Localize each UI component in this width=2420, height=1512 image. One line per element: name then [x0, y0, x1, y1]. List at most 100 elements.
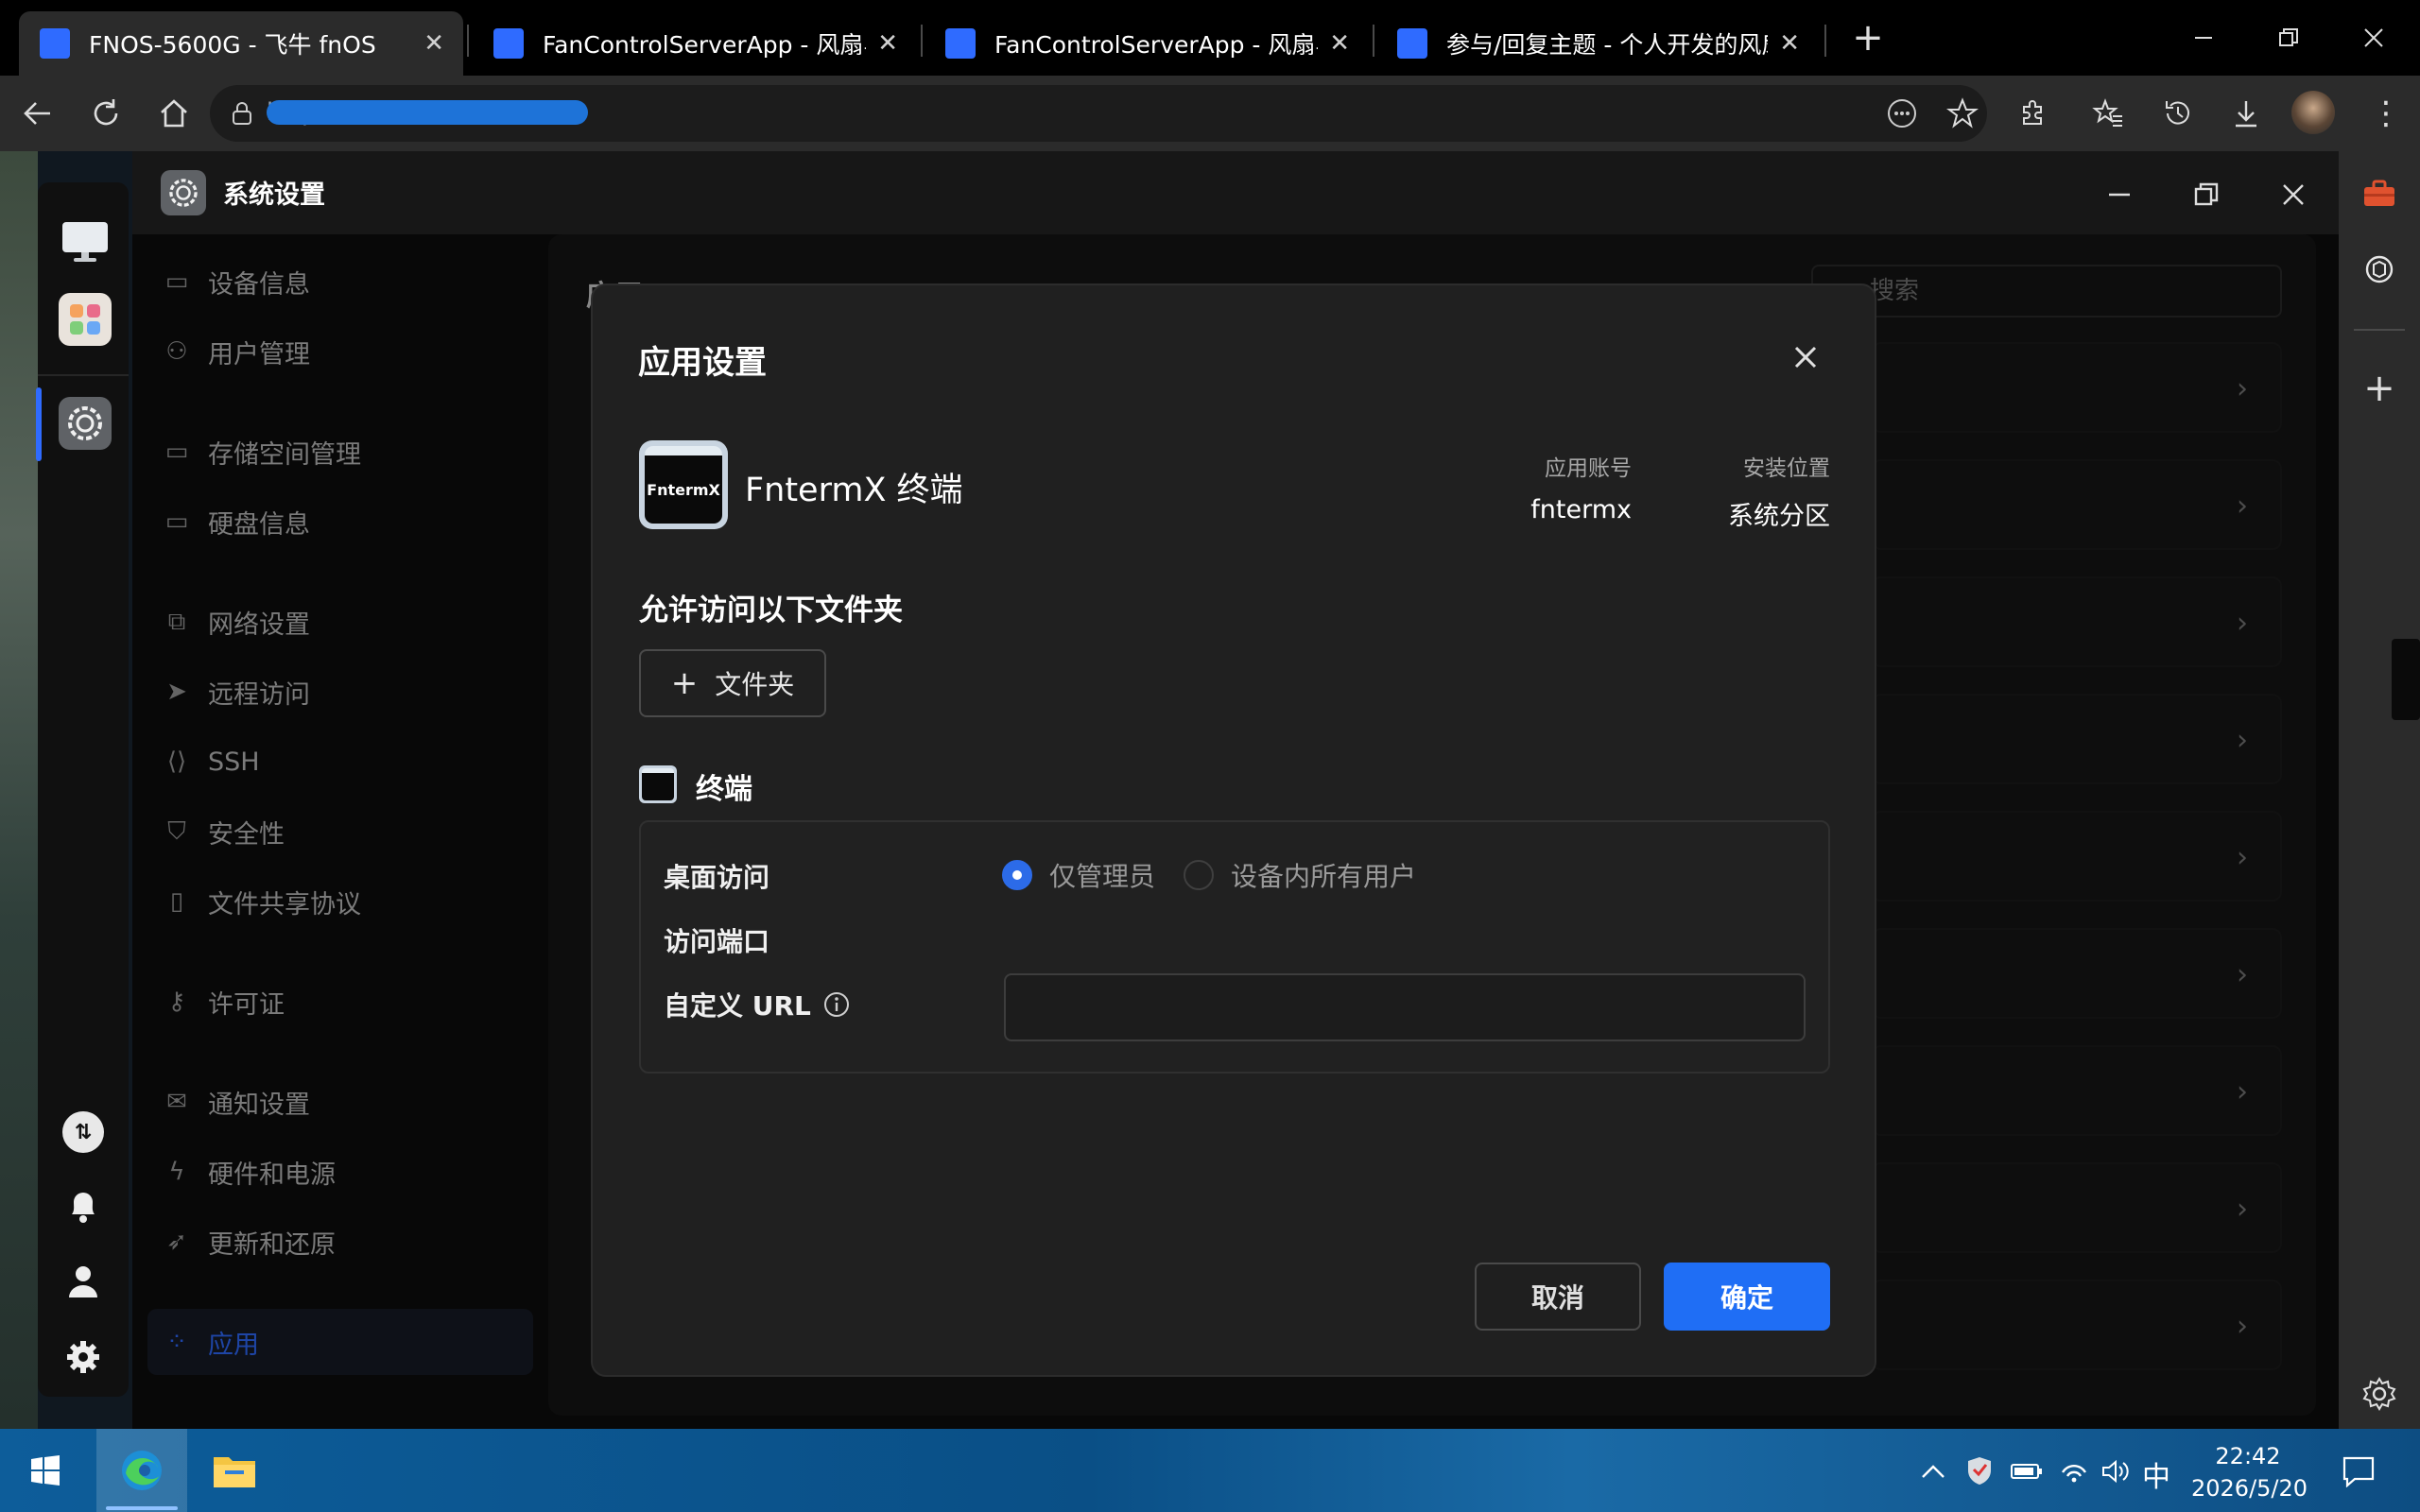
window-title: 系统设置	[223, 180, 325, 210]
restore-window-icon[interactable]	[2246, 17, 2331, 59]
terminal-icon	[639, 765, 677, 803]
close-tab-icon[interactable]: ✕	[1779, 29, 1800, 58]
rail-active-indicator	[36, 387, 42, 461]
radio-unselected-icon[interactable]	[1184, 860, 1214, 890]
install-location-value: 系统分区	[1728, 502, 1830, 531]
favorite-star-icon[interactable]	[1940, 91, 1985, 136]
more-options-icon[interactable]	[1879, 91, 1925, 136]
browser-tab[interactable]: FanControlServerApp - 风扇与温度 ✕	[925, 11, 1369, 76]
desktop-access-label: 桌面访问	[664, 862, 770, 893]
toolbox-icon[interactable]	[2358, 172, 2401, 215]
add-sidebar-item-icon[interactable]: +	[2358, 367, 2401, 410]
browser-tab[interactable]: FanControlServerApp - 风扇与温度 ✕	[473, 11, 917, 76]
battery-icon[interactable]	[2008, 1455, 2046, 1487]
scroll-handle[interactable]	[2392, 639, 2420, 720]
dialog-close-icon[interactable]	[1787, 338, 1824, 376]
minimize-window-icon[interactable]	[2161, 17, 2246, 59]
history-icon[interactable]	[2155, 91, 2201, 136]
browser-tab-active[interactable]: FNOS-5600G - 飞牛 fnOS ✕	[19, 11, 463, 76]
app-icon-label: FntermX	[647, 480, 720, 499]
radio-selected-icon[interactable]	[1002, 860, 1032, 890]
cancel-button[interactable]: 取消	[1475, 1263, 1641, 1331]
app-minimize-icon[interactable]	[2099, 174, 2140, 215]
url-redaction	[267, 100, 588, 125]
custom-url-label-row: 自定义 URL	[664, 986, 851, 1023]
fnos-favicon-icon	[1397, 28, 1427, 59]
edge-sidebar	[2339, 151, 2420, 1429]
app-maximize-icon[interactable]	[2186, 174, 2227, 215]
system-settings-app-icon[interactable]	[59, 397, 112, 450]
window-header	[132, 151, 2339, 234]
profile-avatar[interactable]	[2291, 91, 2335, 134]
bell-icon[interactable]	[62, 1185, 104, 1227]
gear-icon[interactable]	[62, 1336, 104, 1378]
browser-tab[interactable]: 参与/回复主题 - 个人开发的风扇调 ✕	[1376, 11, 1819, 76]
fnos-favicon-icon	[40, 28, 70, 59]
sidebar-settings-icon[interactable]	[2358, 1372, 2401, 1416]
fnos-favicon-icon	[945, 28, 976, 59]
wifi-icon[interactable]	[2057, 1455, 2091, 1487]
app-account-block: 应用账号 fntermx	[1475, 450, 1632, 524]
input-method-indicator[interactable]: 中	[2142, 1453, 2170, 1495]
clock-time: 22:42	[2215, 1443, 2281, 1469]
security-shield-icon[interactable]	[1962, 1453, 1996, 1487]
lock-icon[interactable]	[227, 98, 257, 129]
custom-url-input[interactable]	[1004, 973, 1806, 1041]
app-center-icon[interactable]	[59, 293, 112, 346]
favorites-icon[interactable]	[2085, 91, 2131, 136]
tab-separator	[1824, 25, 1826, 57]
fnos-favicon-icon	[493, 28, 524, 59]
extensions-icon[interactable]	[2010, 91, 2055, 136]
radio-admin-only-label: 仅管理员	[1049, 861, 1156, 892]
desktop-monitor-icon[interactable]	[59, 215, 112, 268]
home-icon[interactable]	[151, 91, 197, 136]
add-folder-button[interactable]: + 文件夹	[639, 649, 826, 717]
refresh-icon[interactable]	[83, 91, 129, 136]
taskbar-clock[interactable]: 22:42 2026/5/20	[2191, 1440, 2308, 1504]
info-icon[interactable]	[822, 990, 851, 1019]
app-name: FntermX 终端	[745, 472, 963, 509]
close-tab-icon[interactable]: ✕	[877, 29, 898, 58]
folders-section-title: 允许访问以下文件夹	[639, 593, 903, 627]
active-app-indicator	[106, 1506, 178, 1510]
file-explorer-icon[interactable]	[189, 1429, 280, 1512]
confirm-button[interactable]: 确定	[1664, 1263, 1830, 1331]
close-window-icon[interactable]	[2331, 17, 2416, 59]
download-icon[interactable]	[2223, 91, 2269, 136]
back-icon[interactable]	[15, 91, 60, 136]
dialog-title: 应用设置	[638, 344, 767, 382]
ai-assistant-icon[interactable]	[2358, 248, 2401, 291]
tab-title: 参与/回复主题 - 个人开发的风扇调	[1446, 31, 1768, 59]
tab-separator	[921, 25, 923, 57]
tab-separator	[1373, 25, 1374, 57]
close-tab-icon[interactable]: ✕	[1329, 29, 1350, 58]
app-close-icon[interactable]	[2273, 174, 2314, 215]
clock-date: 2026/5/20	[2191, 1475, 2308, 1502]
settings-more-icon[interactable]: ⋮	[2363, 91, 2409, 136]
user-account-icon[interactable]	[62, 1261, 104, 1302]
terminal-section-title: 终端	[696, 773, 752, 806]
notification-center-icon[interactable]	[2335, 1448, 2382, 1495]
radio-all-users-label: 设备内所有用户	[1231, 861, 1417, 892]
access-port-label: 访问端口	[664, 926, 770, 957]
edge-taskbar-icon[interactable]	[96, 1429, 187, 1512]
tab-title: FanControlServerApp - 风扇与温度	[994, 31, 1318, 59]
tab-title: FNOS-5600G - 飞牛 fnOS	[89, 31, 376, 59]
transfer-icon[interactable]: ⇅	[62, 1111, 104, 1153]
radio-all-users[interactable]: 设备内所有用户	[1184, 856, 1416, 894]
windows-start-icon[interactable]	[0, 1429, 91, 1512]
edge-sidebar-divider	[2354, 329, 2405, 331]
radio-admin-only[interactable]: 仅管理员	[1002, 856, 1155, 894]
app-account-value: fntermx	[1530, 495, 1632, 524]
install-location-label: 安装位置	[1743, 456, 1830, 481]
system-settings-icon	[161, 170, 206, 215]
volume-icon[interactable]	[2099, 1455, 2133, 1487]
new-tab-icon[interactable]: +	[1845, 15, 1891, 60]
show-hidden-icons-icon[interactable]	[1917, 1455, 1949, 1487]
close-tab-icon[interactable]: ✕	[424, 29, 444, 58]
custom-url-label: 自定义 URL	[664, 990, 811, 1022]
fntermx-app-icon: FntermX	[639, 440, 728, 529]
tab-separator	[467, 25, 469, 57]
confirm-label: 确定	[1720, 1282, 1773, 1314]
wallpaper-strip	[0, 151, 38, 1429]
